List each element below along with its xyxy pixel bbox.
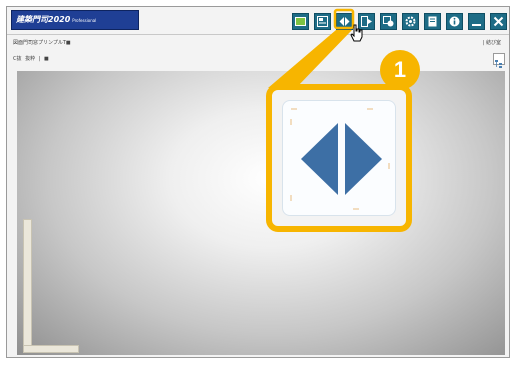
hand-cursor-icon [350,24,363,42]
zoomed-split-button [282,100,396,216]
callout-connector [268,8,355,88]
callout-zoom-box [266,84,412,232]
step-number-badge: 1 [380,50,420,90]
split-arrows-icon-large [290,108,390,210]
